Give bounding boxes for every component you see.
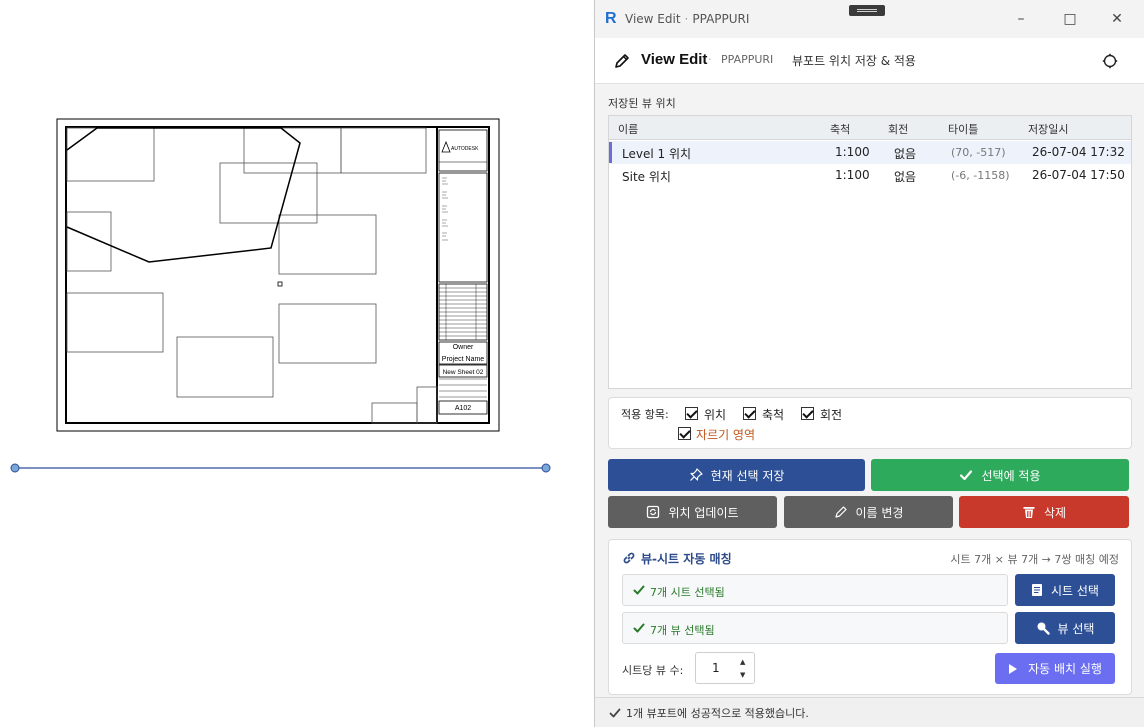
row-saved-at: 26-07-04 17:50 [1032, 168, 1125, 182]
sheet-status-box: 7개 시트 선택됨 [622, 574, 1008, 606]
view-status-text: 7개 뷰 선택됨 [650, 624, 715, 637]
view-status-box: 7개 뷰 선택됨 [622, 612, 1008, 644]
header-title: View Edit [641, 51, 708, 68]
pencil-icon [615, 54, 629, 68]
saved-section-label: 저장된 뷰 위치 [608, 97, 676, 110]
play-icon [1009, 663, 1018, 674]
title-block-sheet-name: New Sheet 02 [443, 369, 484, 376]
row-name: Level 1 위치 [622, 147, 692, 161]
per-sheet-label: 시트당 뷰 수: [622, 664, 684, 677]
row-selection-accent [609, 142, 612, 163]
check-icon [633, 623, 645, 633]
apply-options-panel: 적용 항목: 위치 축척 회전 자르기 영역 [608, 397, 1132, 449]
window-title: View Edit · PPAPPURI [625, 12, 750, 26]
table-header: 이름 축척 회전 타이틀 저장일시 [609, 116, 1131, 140]
minimize-icon[interactable]: – [1006, 8, 1036, 30]
trash-icon [1022, 505, 1036, 519]
row-title: (-6, -1158) [951, 169, 1010, 182]
row-name: Site 위치 [622, 170, 671, 184]
status-message: 1개 뷰포트에 성공적으로 적용했습니다. [626, 707, 809, 720]
drag-handle-icon[interactable] [849, 5, 885, 16]
saved-positions-table[interactable]: 이름 축척 회전 타이틀 저장일시 Level 1 위치 1:100 없음 (7… [608, 115, 1132, 389]
level-line-end-grip[interactable] [541, 463, 551, 473]
table-row[interactable]: Site 위치 1:100 없음 (-6, -1158) 26-07-04 17… [609, 164, 1131, 187]
close-icon[interactable]: ✕ [1102, 8, 1132, 30]
row-rotation: 없음 [894, 147, 917, 161]
col-name: 이름 [618, 123, 639, 136]
window-titlebar[interactable]: R View Edit · PPAPPURI – □ ✕ [595, 0, 1144, 38]
row-title: (70, -517) [951, 146, 1006, 159]
row-scale: 1:100 [835, 168, 870, 182]
title-block-project: Project Name [442, 356, 485, 363]
pin-icon [689, 468, 703, 482]
auto-match-info: 시트 7개 × 뷰 7개 → 7쌍 매칭 예정 [950, 553, 1119, 566]
header-subtitle: 뷰포트 위치 저장 & 적용 [792, 54, 916, 68]
link-icon [623, 552, 635, 564]
select-views-button[interactable]: 뷰 선택 [1015, 612, 1115, 644]
check-icon [609, 708, 621, 718]
settings-icon[interactable] [1102, 53, 1118, 69]
level-line-start-grip[interactable] [10, 463, 20, 473]
update-position-label: 위치 업데이트 [668, 505, 739, 520]
row-rotation: 없음 [894, 170, 917, 184]
rename-label: 이름 변경 [855, 505, 904, 520]
col-rotation: 회전 [888, 123, 909, 136]
delete-button[interactable]: 삭제 [959, 496, 1129, 528]
edit-icon [834, 505, 848, 519]
option-crop-label[interactable]: 자르기 영역 [696, 426, 755, 443]
sheet-status-text: 7개 시트 선택됨 [650, 586, 725, 599]
sync-icon [646, 505, 660, 519]
title-block-owner: Owner [453, 344, 474, 351]
col-title: 타이틀 [948, 123, 979, 136]
col-scale: 축척 [830, 123, 851, 136]
check-icon [633, 585, 645, 595]
save-selection-label: 현재 선택 저장 [710, 468, 785, 483]
status-bar: 1개 뷰포트에 성공적으로 적용했습니다. [595, 697, 1144, 727]
per-sheet-value[interactable]: 1 [712, 661, 720, 675]
maximize-icon[interactable]: □ [1055, 8, 1085, 30]
update-position-button[interactable]: 위치 업데이트 [608, 496, 777, 528]
table-row[interactable]: Level 1 위치 1:100 없음 (70, -517) 26-07-04 … [609, 141, 1131, 164]
header-brand: PPAPPURI [721, 53, 774, 66]
sheet-border [56, 118, 500, 432]
rename-button[interactable]: 이름 변경 [784, 496, 953, 528]
sheet-drawing[interactable]: AUTODESK Owner Project Name New Sheet 02 [0, 0, 594, 727]
apply-options-label: 적용 항목: [621, 408, 669, 421]
dialog-header: View Edit · PPAPPURI 뷰포트 위치 저장 & 적용 [595, 38, 1144, 84]
option-rotation-checkbox[interactable] [801, 407, 814, 420]
delete-label: 삭제 [1043, 505, 1067, 520]
apply-selection-label: 선택에 적용 [981, 468, 1041, 483]
revit-canvas[interactable]: AUTODESK Owner Project Name New Sheet 02 [0, 0, 594, 727]
option-position-checkbox[interactable] [685, 407, 698, 420]
chevron-up-icon[interactable]: ▲ [740, 658, 745, 666]
select-sheets-label: 시트 선택 [1051, 583, 1099, 598]
col-saved-at: 저장일시 [1028, 123, 1069, 136]
apply-selection-button[interactable]: 선택에 적용 [871, 459, 1129, 491]
option-crop-checkbox[interactable] [678, 427, 691, 440]
title-block-sheet-number: A102 [455, 405, 471, 412]
option-scale-checkbox[interactable] [743, 407, 756, 420]
auto-place-run-label: 자동 배치 실행 [1028, 662, 1102, 676]
select-sheets-button[interactable]: 시트 선택 [1015, 574, 1115, 606]
save-selection-button[interactable]: 현재 선택 저장 [608, 459, 865, 491]
auto-match-panel: 뷰-시트 자동 매칭 시트 7개 × 뷰 7개 → 7쌍 매칭 예정 7개 시트… [608, 539, 1132, 695]
auto-place-run-button[interactable]: 자동 배치 실행 [995, 653, 1115, 684]
revit-logo-icon: R [605, 10, 617, 27]
option-scale-label[interactable]: 축척 [762, 406, 784, 423]
per-sheet-stepper[interactable]: 1 ▲ ▼ [695, 652, 755, 684]
auto-match-title: 뷰-시트 자동 매칭 [641, 552, 732, 566]
row-saved-at: 26-07-04 17:32 [1032, 145, 1125, 159]
search-icon [1037, 622, 1050, 635]
title-block-company: AUTODESK [451, 146, 479, 152]
view-edit-window: R View Edit · PPAPPURI – □ ✕ View Edit · P… [594, 0, 1144, 727]
chevron-down-icon[interactable]: ▼ [740, 671, 745, 679]
option-position-label[interactable]: 위치 [704, 406, 726, 423]
check-icon [959, 468, 973, 482]
select-views-label: 뷰 선택 [1057, 621, 1095, 636]
row-scale: 1:100 [835, 145, 870, 159]
header-dot: · [708, 53, 712, 66]
document-icon [1032, 584, 1042, 596]
option-rotation-label[interactable]: 회전 [820, 406, 842, 423]
viewport-center-marker[interactable] [277, 281, 283, 287]
